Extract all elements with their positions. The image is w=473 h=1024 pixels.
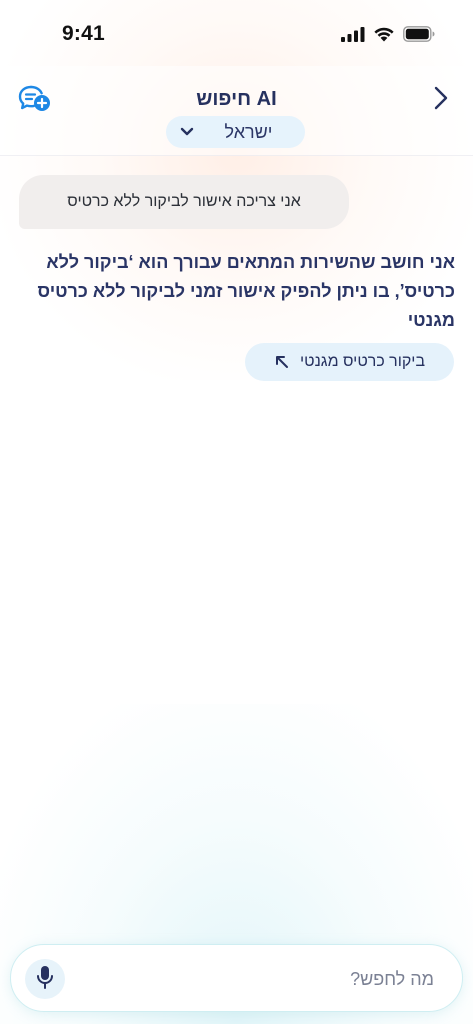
wifi-icon bbox=[373, 26, 395, 47]
user-message-bubble: אני צריכה אישור לביקור ללא כרטיס bbox=[19, 175, 349, 229]
suggestion-chip[interactable]: ביקור כרטיס מגנטי bbox=[245, 343, 454, 381]
header: חיפוש AI ישראל bbox=[0, 66, 473, 156]
back-button[interactable] bbox=[431, 86, 451, 114]
chevron-down-icon bbox=[180, 124, 196, 140]
search-bar bbox=[10, 944, 463, 1012]
ai-answer-text: אני חושב שהשירות המתאים עבורך הוא ‘ביקור… bbox=[37, 252, 455, 330]
battery-icon bbox=[403, 26, 435, 47]
cellular-signal-icon bbox=[341, 26, 365, 47]
page-title: חיפוש AI bbox=[196, 88, 277, 110]
status-time: 9:41 bbox=[62, 22, 105, 45]
country-select[interactable]: ישראל bbox=[166, 116, 305, 148]
status-bar: 9:41 bbox=[0, 0, 473, 60]
arrow-up-left-icon bbox=[274, 354, 290, 370]
search-input[interactable] bbox=[81, 961, 434, 997]
suggestion-chip-label: ביקור כרטיס מגנטי bbox=[299, 353, 426, 370]
microphone-icon bbox=[36, 965, 54, 994]
chevron-right-icon bbox=[434, 86, 448, 115]
country-label: ישראל bbox=[224, 121, 273, 142]
status-icons bbox=[341, 26, 435, 47]
microphone-button[interactable] bbox=[25, 959, 65, 999]
